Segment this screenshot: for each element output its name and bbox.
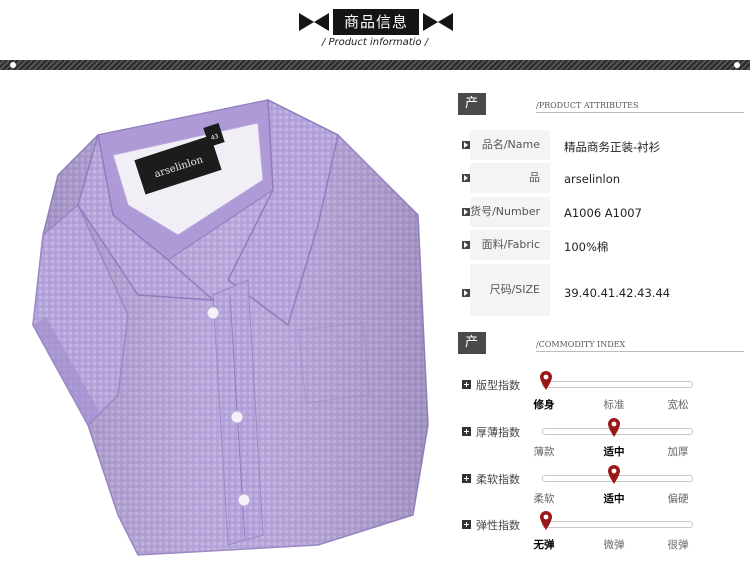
attribute-value: 39.40.41.42.43.44 bbox=[564, 286, 671, 300]
map-pin-icon bbox=[540, 371, 552, 390]
attribute-row: 货号/Number A1006 A1007 bbox=[458, 197, 750, 227]
section-subtitle: / Product informatio / bbox=[321, 37, 429, 48]
attribute-value: A1006 A1007 bbox=[564, 206, 642, 220]
product-attributes-title: 产品属性 bbox=[458, 93, 487, 177]
index-option-label: 加厚 bbox=[667, 446, 689, 458]
band-dot bbox=[734, 62, 740, 68]
attribute-row: 品名/Name 精品商务正装-衬衫 bbox=[458, 130, 750, 160]
index-option-label: 适中 bbox=[603, 493, 625, 505]
index-option-label: 修身 bbox=[533, 399, 555, 411]
attribute-value: arselinlon bbox=[564, 172, 621, 186]
map-pin-icon bbox=[540, 511, 552, 530]
plus-icon bbox=[462, 427, 471, 436]
index-option-label: 标准 bbox=[603, 399, 625, 411]
index-option-label: 适中 bbox=[603, 446, 625, 458]
index-option-label: 微弹 bbox=[603, 539, 625, 551]
band-dot bbox=[10, 62, 16, 68]
index-slider-track bbox=[542, 381, 693, 388]
index-option-label: 很弹 bbox=[667, 539, 689, 551]
plus-icon bbox=[462, 520, 471, 529]
index-slider-track bbox=[542, 521, 693, 528]
index-row: 弹性指数无弹 微弹 很弹 bbox=[460, 511, 750, 563]
plus-icon bbox=[462, 474, 471, 483]
index-option-label: 柔软 bbox=[533, 493, 555, 505]
index-option-label: 偏硬 bbox=[667, 493, 689, 505]
attribute-row: 面料/Fabric 100%棉 bbox=[458, 230, 750, 260]
divider-line bbox=[536, 112, 744, 113]
divider-band bbox=[0, 60, 750, 70]
arrow-bullet-icon bbox=[462, 208, 470, 216]
left-arrow-decoration bbox=[299, 13, 314, 31]
attribute-row: 尺码/SIZE 39.40.41.42.43.44 bbox=[458, 264, 750, 316]
arrow-bullet-icon bbox=[462, 141, 470, 149]
map-pin-icon bbox=[608, 418, 620, 437]
index-name: 版型指数 bbox=[476, 379, 520, 392]
index-name: 柔软指数 bbox=[476, 473, 520, 486]
index-row: 版型指数修身 标准 宽松 bbox=[460, 371, 750, 423]
attribute-row: 品牌/Trademark arselinlon bbox=[458, 163, 750, 214]
attribute-value: 精品商务正装-衬衫 bbox=[564, 140, 661, 154]
attribute-key: 品名/Name bbox=[470, 130, 550, 160]
index-name: 厚薄指数 bbox=[476, 426, 520, 439]
arrow-bullet-icon bbox=[462, 289, 470, 297]
map-pin-icon bbox=[608, 465, 620, 484]
index-row: 柔软指数柔软 适中 偏硬 bbox=[460, 465, 750, 517]
product-attributes-subtitle: /PRODUCT ATTRIBUTES bbox=[536, 101, 639, 110]
plus-icon bbox=[462, 380, 471, 389]
right-arrow-decoration bbox=[438, 13, 453, 31]
left-arrow-decoration bbox=[314, 13, 329, 31]
commodity-index-title: 产品指数 bbox=[458, 332, 487, 416]
attribute-key: 品牌/Trademark bbox=[470, 163, 550, 214]
attribute-key: 尺码/SIZE bbox=[470, 264, 550, 316]
index-name: 弹性指数 bbox=[476, 519, 520, 532]
divider-line bbox=[536, 351, 744, 352]
arrow-bullet-icon bbox=[462, 241, 470, 249]
index-option-label: 无弹 bbox=[533, 539, 555, 551]
attribute-key: 货号/Number bbox=[470, 197, 550, 227]
right-arrow-decoration bbox=[423, 13, 438, 31]
attribute-value: 100%棉 bbox=[564, 240, 609, 254]
arrow-bullet-icon bbox=[462, 174, 470, 182]
commodity-index-subtitle: /COMMODITY INDEX bbox=[536, 340, 626, 349]
index-option-label: 宽松 bbox=[667, 399, 689, 411]
section-title: 商品信息 bbox=[333, 9, 419, 35]
index-row: 厚薄指数薄款 适中 加厚 bbox=[460, 418, 750, 470]
shirt-image: arselinlon 43 bbox=[32, 98, 429, 556]
attribute-key: 面料/Fabric bbox=[470, 230, 550, 260]
section-header: 商品信息 / Product informatio / bbox=[0, 0, 750, 60]
index-option-label: 薄款 bbox=[533, 446, 555, 458]
